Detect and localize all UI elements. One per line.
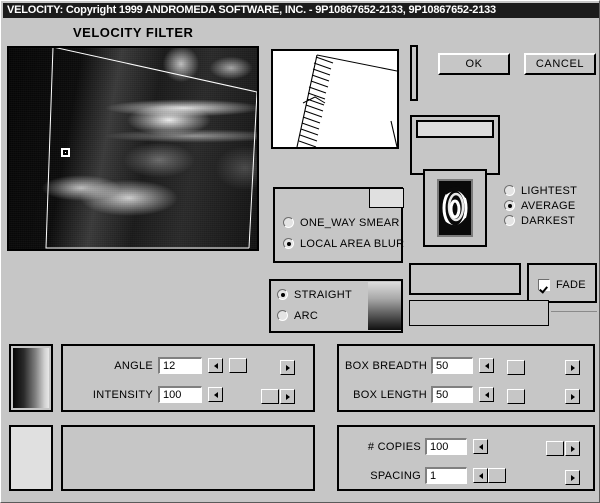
- angle-decrement-arrow-icon[interactable]: [208, 358, 223, 373]
- angle-slider-row[interactable]: ANGLE 12: [93, 357, 247, 374]
- path-option-arc-label: ARC: [294, 309, 319, 322]
- radio-icon[interactable]: [504, 200, 515, 211]
- empty-panel-right-c: [551, 311, 597, 329]
- selection-marquee[interactable]: [9, 48, 257, 249]
- path-option-arc[interactable]: ARC: [277, 308, 352, 323]
- marquee-handle: [61, 148, 70, 157]
- intensity-increment-arrow-icon[interactable]: [280, 389, 295, 404]
- buttonbar-left-rail: [410, 45, 418, 101]
- intensity-value[interactable]: 100: [158, 386, 202, 403]
- intensity-label: INTENSITY: [92, 388, 153, 401]
- copies-row[interactable]: # COPIES 100: [355, 438, 488, 455]
- smear-option-one-way[interactable]: ONE_WAY SMEAR: [283, 215, 404, 230]
- radio-icon[interactable]: [504, 185, 515, 196]
- smear-mode-group: ONE_WAY SMEAR LOCAL AREA BLUR: [273, 187, 404, 263]
- angle-gradient-swatch-frame[interactable]: [9, 344, 53, 412]
- page-title: VELOCITY FILTER: [73, 25, 194, 40]
- copies-slider-thumb[interactable]: [546, 441, 564, 456]
- blend-option-average[interactable]: AVERAGE: [504, 198, 596, 213]
- box-length-slider-thumb[interactable]: [507, 389, 525, 404]
- spacing-increment-arrow-icon[interactable]: [565, 470, 580, 485]
- velocity-filter-dialog: VELOCITY: Copyright 1999 ANDROMEDA SOFTW…: [0, 0, 600, 503]
- smear-vector-diagram: [296, 54, 397, 147]
- fade-label: FADE: [556, 278, 586, 291]
- smear-option-local-blur[interactable]: LOCAL AREA BLUR: [283, 236, 404, 251]
- right-blank-strip: [416, 120, 494, 138]
- intensity-decrement-arrow-icon[interactable]: [208, 387, 223, 402]
- path-option-straight-label: STRAIGHT: [294, 288, 353, 301]
- blend-option-darkest-label: DARKEST: [521, 214, 576, 227]
- cancel-button[interactable]: CANCEL: [524, 53, 596, 75]
- blend-mode-group: LIGHTEST AVERAGE DARKEST: [504, 183, 596, 239]
- thumbnail-frame[interactable]: [423, 169, 487, 247]
- blend-option-lightest[interactable]: LIGHTEST: [504, 183, 596, 198]
- copies-decrement-arrow-icon[interactable]: [473, 439, 488, 454]
- copies-increment-arrow-icon[interactable]: [565, 441, 580, 456]
- box-length-increment-arrow-icon[interactable]: [565, 389, 580, 404]
- angle-slider-thumb[interactable]: [229, 358, 247, 373]
- empty-panel-right-b: [409, 300, 549, 326]
- blend-option-darkest[interactable]: DARKEST: [504, 213, 596, 228]
- intensity-slider-row[interactable]: INTENSITY 100: [75, 386, 223, 403]
- path-gradient-swatch[interactable]: [368, 282, 401, 330]
- box-breadth-decrement-arrow-icon[interactable]: [479, 358, 494, 373]
- angle-label: ANGLE: [114, 359, 153, 372]
- empty-panel-right-a: [409, 263, 521, 295]
- angle-gradient-swatch[interactable]: [13, 348, 49, 408]
- box-breadth-label: BOX BREADTH: [345, 359, 428, 372]
- box-length-value[interactable]: 50: [431, 386, 473, 403]
- angle-value[interactable]: 12: [158, 357, 202, 374]
- spacing-label: SPACING: [370, 469, 421, 482]
- window-title-bar: VELOCITY: Copyright 1999 ANDROMEDA SOFTW…: [3, 3, 599, 18]
- box-breadth-row[interactable]: BOX BREADTH 50: [345, 357, 494, 374]
- angle-increment-arrow-icon[interactable]: [280, 360, 295, 375]
- checkbox-icon[interactable]: [538, 278, 550, 291]
- angle-intensity-panel: ANGLE 12 INTENSITY 100: [61, 344, 315, 412]
- copies-spacing-panel: # COPIES 100 SPACING 1: [337, 425, 595, 491]
- radio-icon[interactable]: [277, 289, 288, 300]
- blend-option-lightest-label: LIGHTEST: [521, 184, 578, 197]
- spacing-slider-thumb[interactable]: [488, 468, 506, 483]
- box-breadth-value[interactable]: 50: [431, 357, 473, 374]
- spacing-decrement-arrow-icon[interactable]: [473, 468, 488, 483]
- box-length-decrement-arrow-icon[interactable]: [479, 387, 494, 402]
- intensity-slider-thumb[interactable]: [261, 389, 279, 404]
- path-option-straight[interactable]: STRAIGHT: [277, 287, 352, 302]
- blend-option-average-label: AVERAGE: [521, 199, 576, 212]
- box-breadth-increment-arrow-icon[interactable]: [565, 360, 580, 375]
- box-size-panel: BOX BREADTH 50 BOX LENGTH 50: [337, 344, 595, 412]
- copies-label: # COPIES: [367, 440, 421, 453]
- radio-icon[interactable]: [283, 238, 294, 249]
- bottom-left-empty-panel: [61, 425, 315, 491]
- box-length-label: BOX LENGTH: [353, 388, 427, 401]
- swirl-icon: [439, 181, 471, 235]
- smear-option-local-blur-label: LOCAL AREA BLUR: [300, 237, 405, 250]
- smear-group-tab: [369, 188, 404, 208]
- fade-group: FADE: [527, 263, 597, 303]
- spacing-value[interactable]: 1: [425, 467, 467, 484]
- buttonbar-region: OK CANCEL: [418, 45, 598, 101]
- box-breadth-slider-thumb[interactable]: [507, 360, 525, 375]
- radio-icon[interactable]: [277, 310, 288, 321]
- image-preview[interactable]: [7, 46, 259, 251]
- fade-checkbox-row[interactable]: FADE: [538, 277, 595, 292]
- box-length-row[interactable]: BOX LENGTH 50: [350, 386, 494, 403]
- ok-button[interactable]: OK: [438, 53, 510, 75]
- spacing-row[interactable]: SPACING 1: [363, 467, 506, 484]
- window-title-text: VELOCITY: Copyright 1999 ANDROMEDA SOFTW…: [7, 4, 496, 16]
- radio-icon[interactable]: [504, 215, 515, 226]
- vector-diagram-preview[interactable]: [271, 49, 399, 149]
- radio-icon[interactable]: [283, 217, 294, 228]
- smear-option-one-way-label: ONE_WAY SMEAR: [300, 216, 400, 229]
- path-mode-group: STRAIGHT ARC: [269, 279, 403, 333]
- thumbnail-image: [437, 179, 473, 237]
- copies-value[interactable]: 100: [425, 438, 467, 455]
- bottom-left-swatch[interactable]: [9, 425, 53, 491]
